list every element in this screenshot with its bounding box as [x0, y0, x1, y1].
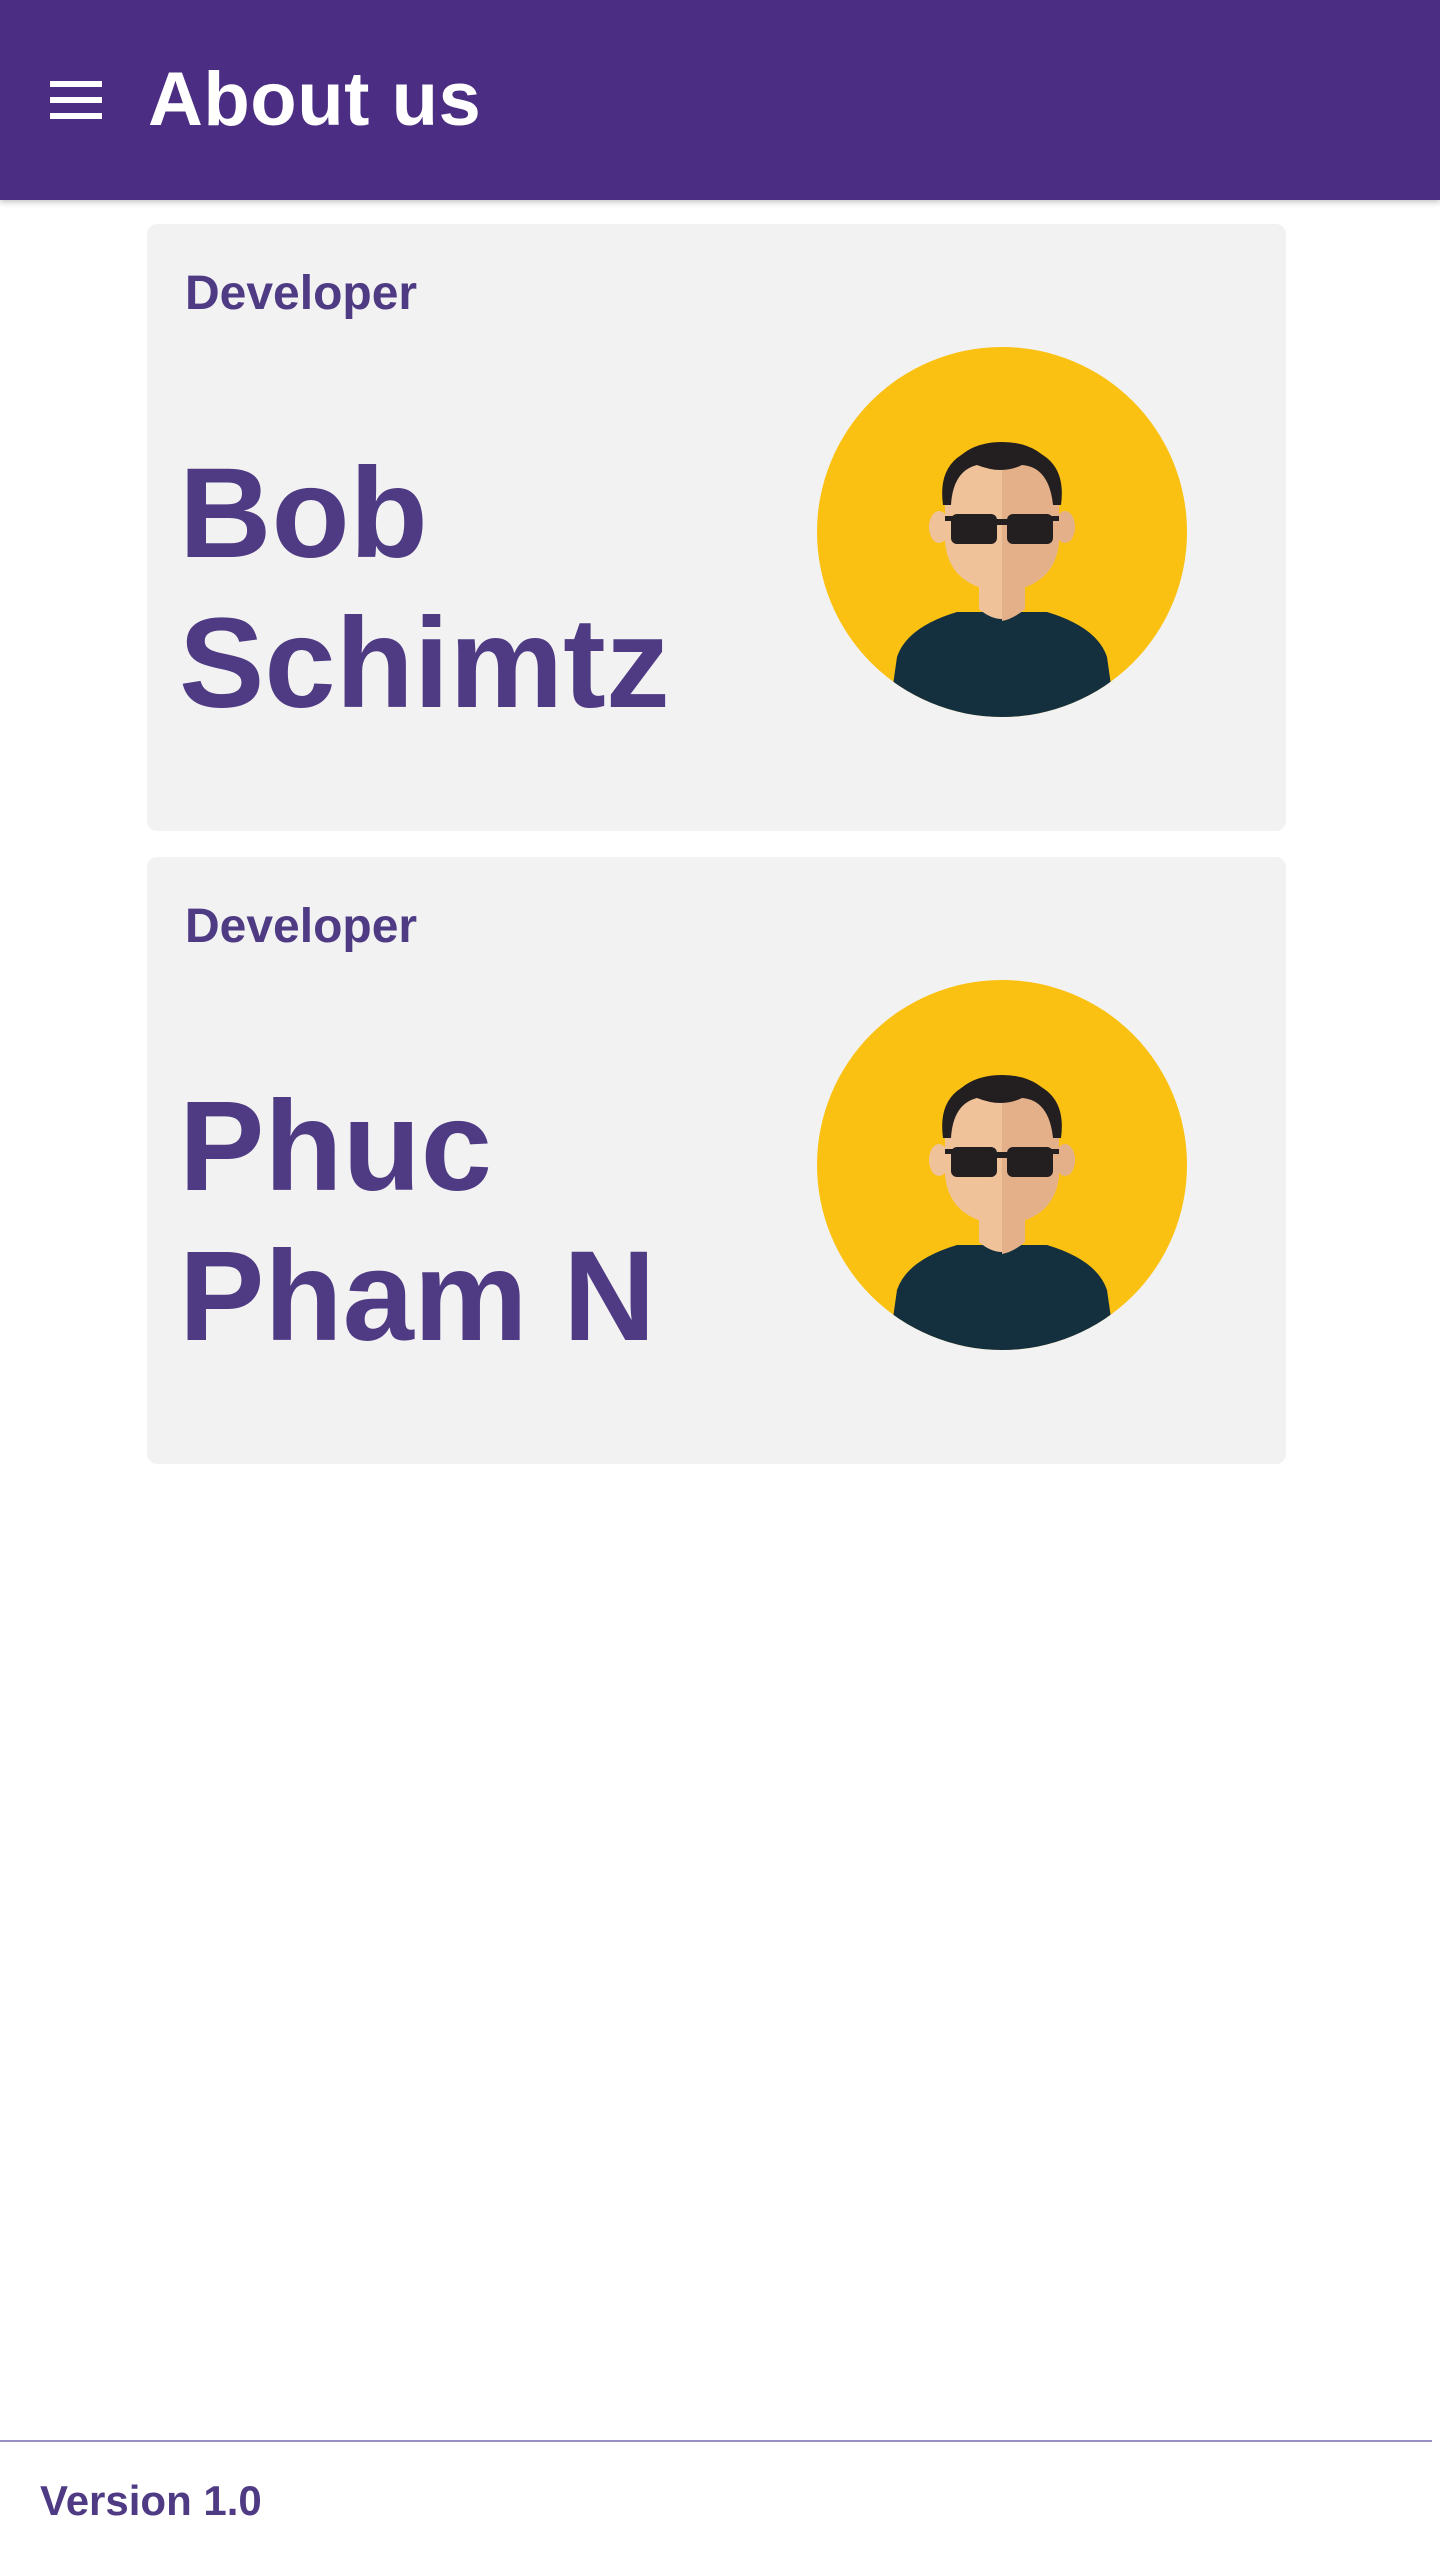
- app-bar: About us: [0, 0, 1440, 200]
- developer-name: Bob Schimtz: [179, 439, 779, 739]
- menu-button[interactable]: [36, 68, 116, 132]
- first-name: Phuc: [179, 1075, 492, 1218]
- developer-avatar-icon: [817, 347, 1187, 717]
- last-name: Schimtz: [179, 592, 670, 735]
- developer-card: Developer Bob Schimtz: [147, 224, 1286, 831]
- hamburger-menu-icon: [50, 81, 102, 119]
- last-name: Pham N: [179, 1225, 656, 1368]
- version-label: Version 1.0: [40, 2477, 262, 2524]
- role-label: Developer: [185, 267, 418, 320]
- developer-avatar-icon: [817, 980, 1187, 1350]
- page-title: About us: [148, 57, 482, 142]
- footer-divider: [0, 2440, 1432, 2442]
- developer-card: Developer Phuc Pham N: [147, 857, 1286, 1464]
- about-us-screen: About us Developer Bob Schimtz Developer…: [0, 0, 1440, 2560]
- developer-name: Phuc Pham N: [179, 1072, 779, 1372]
- first-name: Bob: [179, 442, 428, 585]
- role-label: Developer: [185, 900, 418, 953]
